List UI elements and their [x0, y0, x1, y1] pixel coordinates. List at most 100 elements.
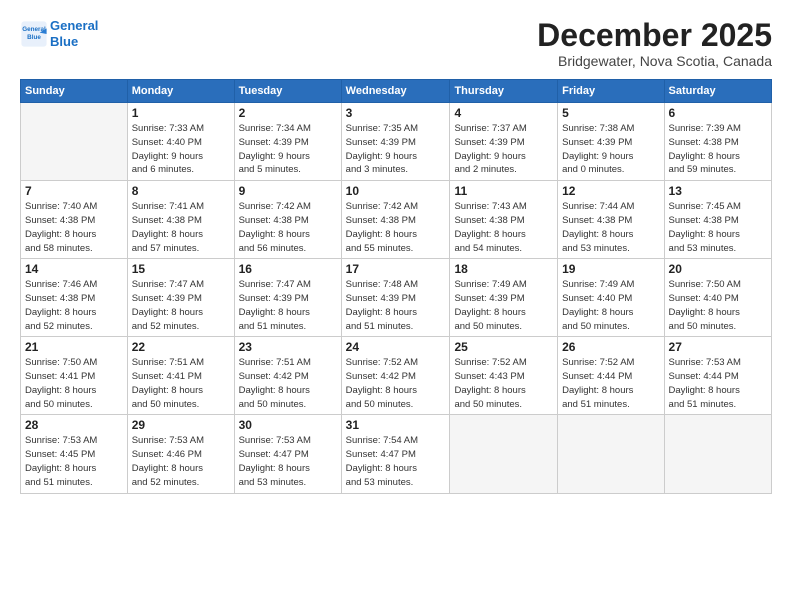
day-number: 1: [132, 106, 230, 120]
calendar-cell: 25 Sunrise: 7:52 AM Sunset: 4:43 PM Dayli…: [450, 337, 558, 415]
header-friday: Friday: [558, 80, 664, 103]
calendar-cell: 21 Sunrise: 7:50 AM Sunset: 4:41 PM Dayli…: [21, 337, 128, 415]
day-number: 28: [25, 418, 123, 432]
day-info: Sunrise: 7:34 AM Sunset: 4:39 PM Dayligh…: [239, 122, 337, 177]
logo: General Blue GeneralBlue: [20, 18, 98, 49]
day-info: Sunrise: 7:46 AM Sunset: 4:38 PM Dayligh…: [25, 278, 123, 333]
day-info: Sunrise: 7:41 AM Sunset: 4:38 PM Dayligh…: [132, 200, 230, 255]
calendar-cell: 14 Sunrise: 7:46 AM Sunset: 4:38 PM Dayli…: [21, 259, 128, 337]
calendar-cell: 19 Sunrise: 7:49 AM Sunset: 4:40 PM Dayli…: [558, 259, 664, 337]
day-number: 13: [669, 184, 767, 198]
day-number: 2: [239, 106, 337, 120]
calendar-cell: [450, 415, 558, 493]
day-number: 9: [239, 184, 337, 198]
day-info: Sunrise: 7:39 AM Sunset: 4:38 PM Dayligh…: [669, 122, 767, 177]
day-info: Sunrise: 7:33 AM Sunset: 4:40 PM Dayligh…: [132, 122, 230, 177]
day-number: 6: [669, 106, 767, 120]
day-number: 18: [454, 262, 553, 276]
calendar-cell: 22Sunrise: 7:51 AM Sunset: 4:41 PM Dayli…: [127, 337, 234, 415]
calendar-cell: 8Sunrise: 7:41 AM Sunset: 4:38 PM Daylig…: [127, 181, 234, 259]
calendar-cell: 5Sunrise: 7:38 AM Sunset: 4:39 PM Daylig…: [558, 103, 664, 181]
calendar-cell: 7Sunrise: 7:40 AM Sunset: 4:38 PM Daylig…: [21, 181, 128, 259]
day-number: 3: [346, 106, 446, 120]
calendar-cell: 4 Sunrise: 7:37 AM Sunset: 4:39 PM Daylig…: [450, 103, 558, 181]
title-block: December 2025 Bridgewater, Nova Scotia, …: [537, 18, 772, 69]
day-number: 19: [562, 262, 659, 276]
header-monday: Monday: [127, 80, 234, 103]
day-info: Sunrise: 7:45 AM Sunset: 4:38 PM Dayligh…: [669, 200, 767, 255]
week-row-5: 28Sunrise: 7:53 AM Sunset: 4:45 PM Dayli…: [21, 415, 772, 493]
day-info: Sunrise: 7:52 AM Sunset: 4:44 PM Dayligh…: [562, 356, 659, 411]
day-number: 22: [132, 340, 230, 354]
day-number: 27: [669, 340, 767, 354]
day-info: Sunrise: 7:37 AM Sunset: 4:39 PM Dayligh…: [454, 122, 553, 177]
day-number: 14: [25, 262, 123, 276]
header-tuesday: Tuesday: [234, 80, 341, 103]
day-number: 5: [562, 106, 659, 120]
day-info: Sunrise: 7:49 AM Sunset: 4:39 PM Dayligh…: [454, 278, 553, 333]
day-info: Sunrise: 7:52 AM Sunset: 4:43 PM Dayligh…: [454, 356, 553, 411]
day-number: 26: [562, 340, 659, 354]
day-info: Sunrise: 7:52 AM Sunset: 4:42 PM Dayligh…: [346, 356, 446, 411]
calendar-cell: 11 Sunrise: 7:43 AM Sunset: 4:38 PM Dayli…: [450, 181, 558, 259]
day-info: Sunrise: 7:44 AM Sunset: 4:38 PM Dayligh…: [562, 200, 659, 255]
day-number: 4: [454, 106, 553, 120]
header-row: SundayMondayTuesdayWednesdayThursdayFrid…: [21, 80, 772, 103]
day-info: Sunrise: 7:51 AM Sunset: 4:42 PM Dayligh…: [239, 356, 337, 411]
logo-icon: General Blue: [20, 20, 48, 48]
day-number: 24: [346, 340, 446, 354]
calendar-cell: 27 Sunrise: 7:53 AM Sunset: 4:44 PM Dayli…: [664, 337, 771, 415]
svg-text:Blue: Blue: [27, 33, 41, 40]
calendar-cell: 16 Sunrise: 7:47 AM Sunset: 4:39 PM Dayli…: [234, 259, 341, 337]
day-number: 11: [454, 184, 553, 198]
day-number: 31: [346, 418, 446, 432]
calendar-cell: 15 Sunrise: 7:47 AM Sunset: 4:39 PM Dayli…: [127, 259, 234, 337]
calendar-cell: 29 Sunrise: 7:53 AM Sunset: 4:46 PM Dayli…: [127, 415, 234, 493]
day-number: 25: [454, 340, 553, 354]
calendar-cell: 18 Sunrise: 7:49 AM Sunset: 4:39 PM Dayli…: [450, 259, 558, 337]
day-info: Sunrise: 7:47 AM Sunset: 4:39 PM Dayligh…: [132, 278, 230, 333]
day-info: Sunrise: 7:53 AM Sunset: 4:47 PM Dayligh…: [239, 434, 337, 489]
calendar-cell: [21, 103, 128, 181]
day-number: 12: [562, 184, 659, 198]
calendar-cell: 28Sunrise: 7:53 AM Sunset: 4:45 PM Dayli…: [21, 415, 128, 493]
calendar-cell: [558, 415, 664, 493]
calendar-table: SundayMondayTuesdayWednesdayThursdayFrid…: [20, 79, 772, 493]
day-info: Sunrise: 7:43 AM Sunset: 4:38 PM Dayligh…: [454, 200, 553, 255]
calendar-cell: 9 Sunrise: 7:42 AM Sunset: 4:38 PM Daylig…: [234, 181, 341, 259]
calendar-cell: 10Sunrise: 7:42 AM Sunset: 4:38 PM Dayli…: [341, 181, 450, 259]
day-number: 21: [25, 340, 123, 354]
day-number: 29: [132, 418, 230, 432]
calendar-cell: 2 Sunrise: 7:34 AM Sunset: 4:39 PM Daylig…: [234, 103, 341, 181]
week-row-2: 7Sunrise: 7:40 AM Sunset: 4:38 PM Daylig…: [21, 181, 772, 259]
header-thursday: Thursday: [450, 80, 558, 103]
calendar-cell: 26 Sunrise: 7:52 AM Sunset: 4:44 PM Dayli…: [558, 337, 664, 415]
day-info: Sunrise: 7:47 AM Sunset: 4:39 PM Dayligh…: [239, 278, 337, 333]
day-info: Sunrise: 7:54 AM Sunset: 4:47 PM Dayligh…: [346, 434, 446, 489]
week-row-3: 14 Sunrise: 7:46 AM Sunset: 4:38 PM Dayli…: [21, 259, 772, 337]
day-info: Sunrise: 7:35 AM Sunset: 4:39 PM Dayligh…: [346, 122, 446, 177]
day-info: Sunrise: 7:53 AM Sunset: 4:44 PM Dayligh…: [669, 356, 767, 411]
day-number: 15: [132, 262, 230, 276]
calendar-cell: 31 Sunrise: 7:54 AM Sunset: 4:47 PM Dayli…: [341, 415, 450, 493]
day-info: Sunrise: 7:50 AM Sunset: 4:40 PM Dayligh…: [669, 278, 767, 333]
calendar-cell: 30Sunrise: 7:53 AM Sunset: 4:47 PM Dayli…: [234, 415, 341, 493]
day-info: Sunrise: 7:48 AM Sunset: 4:39 PM Dayligh…: [346, 278, 446, 333]
week-row-1: 1 Sunrise: 7:33 AM Sunset: 4:40 PM Daylig…: [21, 103, 772, 181]
calendar-cell: 12 Sunrise: 7:44 AM Sunset: 4:38 PM Dayli…: [558, 181, 664, 259]
day-info: Sunrise: 7:49 AM Sunset: 4:40 PM Dayligh…: [562, 278, 659, 333]
calendar-cell: [664, 415, 771, 493]
day-info: Sunrise: 7:42 AM Sunset: 4:38 PM Dayligh…: [346, 200, 446, 255]
day-info: Sunrise: 7:40 AM Sunset: 4:38 PM Dayligh…: [25, 200, 123, 255]
calendar-cell: 20 Sunrise: 7:50 AM Sunset: 4:40 PM Dayli…: [664, 259, 771, 337]
day-info: Sunrise: 7:53 AM Sunset: 4:46 PM Dayligh…: [132, 434, 230, 489]
day-info: Sunrise: 7:42 AM Sunset: 4:38 PM Dayligh…: [239, 200, 337, 255]
day-number: 16: [239, 262, 337, 276]
day-info: Sunrise: 7:50 AM Sunset: 4:41 PM Dayligh…: [25, 356, 123, 411]
page: General Blue GeneralBlue December 2025 B…: [0, 0, 792, 612]
logo-text: GeneralBlue: [50, 18, 98, 49]
header-wednesday: Wednesday: [341, 80, 450, 103]
day-number: 17: [346, 262, 446, 276]
day-number: 20: [669, 262, 767, 276]
calendar-cell: 6 Sunrise: 7:39 AM Sunset: 4:38 PM Daylig…: [664, 103, 771, 181]
